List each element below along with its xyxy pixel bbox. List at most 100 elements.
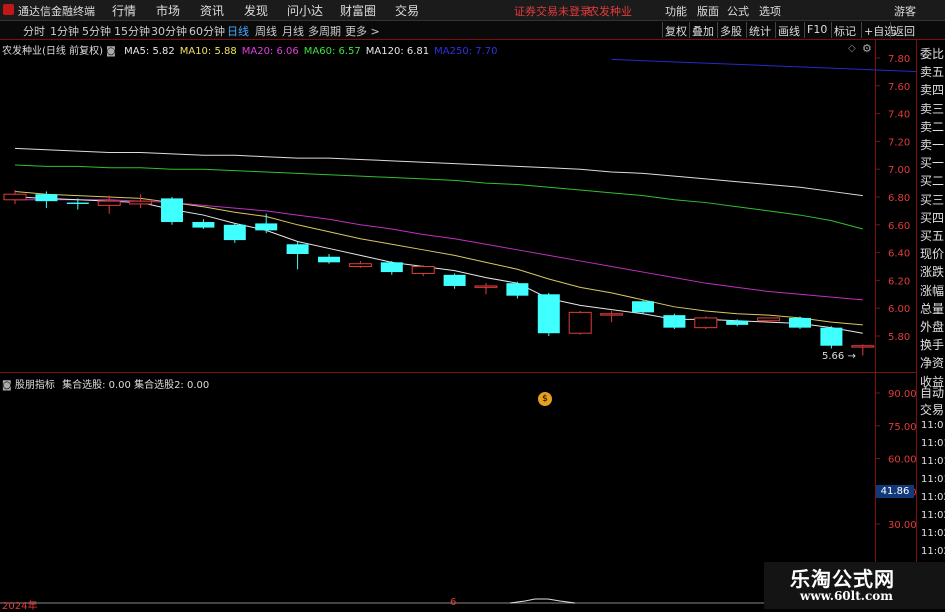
candle-body-down xyxy=(537,294,560,334)
menu-item[interactable]: 资讯 xyxy=(200,2,224,19)
period-tab[interactable]: 15分钟 xyxy=(114,23,150,39)
period-tab[interactable]: 60分钟 xyxy=(189,23,225,39)
menu-item[interactable]: 行情 xyxy=(112,2,136,19)
quote-field-label: 买三 xyxy=(920,192,945,207)
candle-body-up xyxy=(3,193,27,201)
candle-body-down xyxy=(632,301,654,313)
right-menu-item[interactable]: 版面 xyxy=(697,3,719,19)
period-tab[interactable]: 分时 xyxy=(23,23,45,39)
candle-body-down xyxy=(506,283,529,296)
login-status-link[interactable]: 证券交易未登录 xyxy=(514,3,591,19)
candle-body-up xyxy=(348,263,372,268)
toolbar-button[interactable]: 画线 xyxy=(778,23,800,39)
indicator-tick-label: 75.00 xyxy=(888,422,916,433)
toolbar-separator xyxy=(775,22,776,38)
right-menu-item[interactable]: 选项 xyxy=(759,3,781,19)
period-tab[interactable]: 更多 > xyxy=(345,23,380,39)
tick-time: 11:02 xyxy=(921,528,945,539)
toolbar-button[interactable]: 统计 xyxy=(749,23,771,39)
quote-field-label: 总量 xyxy=(920,301,945,316)
period-tab[interactable]: 30分钟 xyxy=(151,23,187,39)
tick-time: 11:02 xyxy=(921,546,945,557)
auto-trade-label[interactable]: 自动 xyxy=(920,384,944,401)
ma5-line xyxy=(14,196,863,334)
right-menu-item[interactable]: 功能 xyxy=(665,3,687,19)
period-tab[interactable]: 周线 xyxy=(255,23,277,39)
candle-body-down xyxy=(223,224,246,241)
candle-body-down xyxy=(820,327,843,346)
candle-body-up xyxy=(600,313,624,316)
right-menu-item[interactable]: 公式 xyxy=(727,3,749,19)
menu-item[interactable]: 财富圈 xyxy=(340,2,376,19)
ma250-line xyxy=(611,58,916,73)
y-tick-label: 7.80 xyxy=(888,54,910,65)
ma60-line xyxy=(14,164,863,230)
menu-item[interactable]: 市场 xyxy=(156,2,180,19)
x-label-month: 6 xyxy=(450,597,457,608)
quote-field-label: 买二 xyxy=(920,174,945,189)
candle-body-up xyxy=(757,317,781,322)
toolbar-separator xyxy=(689,22,690,38)
quote-field-label: 卖三 xyxy=(920,101,945,116)
period-tab[interactable]: 5分钟 xyxy=(82,23,111,39)
watermark-url: www.60lt.com xyxy=(800,589,893,603)
candle-body-down xyxy=(255,223,278,231)
menu-item[interactable]: 问小达 xyxy=(287,2,323,19)
candle-body-up xyxy=(568,311,592,334)
toolbar-separator xyxy=(746,22,747,38)
tick-time: 11:0 xyxy=(921,420,944,431)
candle-body-down xyxy=(35,194,58,202)
ma20-line xyxy=(15,199,863,301)
quote-field-label: 委比 xyxy=(920,47,945,61)
period-tab[interactable]: 日线 xyxy=(227,23,249,39)
price-chart[interactable]: 7.80 7.60 7.40 7.20 7.00 6.80 6.60 6.40 6.20 6.00… xyxy=(0,40,916,372)
candle-body-down xyxy=(789,317,811,328)
candle-body-up xyxy=(129,200,153,205)
candle-body-down xyxy=(66,202,89,204)
toolbar-button[interactable]: 叠加 xyxy=(692,23,714,39)
period-tab[interactable]: 多周期 xyxy=(308,23,341,39)
app-logo-icon xyxy=(3,4,14,15)
quote-field-label: 买一 xyxy=(920,156,945,171)
y-tick-label: 7.40 xyxy=(888,110,910,121)
toolbar-button[interactable]: F10 xyxy=(807,23,827,36)
y-tick-label: 6.00 xyxy=(888,304,910,315)
menu-item[interactable]: 交易 xyxy=(395,2,419,19)
quote-field-label: 涨跌 xyxy=(920,265,945,280)
quote-field-label: 卖四 xyxy=(920,83,945,98)
quote-field-label: 卖五 xyxy=(920,65,945,80)
period-tab[interactable]: 月线 xyxy=(282,23,304,39)
auto-trade-label[interactable]: 交易 xyxy=(920,401,944,418)
quote-field-label: 换手 xyxy=(920,338,945,353)
stock-tab[interactable]: 农发种业 xyxy=(588,3,632,19)
menu-bar xyxy=(0,0,945,21)
quote-field-label: 涨幅 xyxy=(920,283,945,298)
toolbar-button[interactable]: 标记 xyxy=(834,23,856,39)
y-tick-label: 6.60 xyxy=(888,221,910,232)
candle-body-down xyxy=(443,274,466,286)
quote-field-label: 净资 xyxy=(920,356,945,371)
period-tab[interactable]: 1分钟 xyxy=(50,23,79,39)
toolbar-button[interactable]: 多股 xyxy=(720,23,742,39)
watermark-title: 乐淘公式网 xyxy=(790,567,895,591)
toolbar-separator xyxy=(717,22,718,38)
toolbar-button[interactable]: 复权 xyxy=(665,23,687,39)
candle-body-up xyxy=(851,345,875,348)
tick-time: 11:01 xyxy=(921,474,945,485)
y-tick-label: 6.40 xyxy=(888,249,910,260)
candle-body-down xyxy=(192,222,215,228)
toolbar-button[interactable]: 返回 xyxy=(893,23,915,39)
guest-label[interactable]: 游客 xyxy=(894,3,916,19)
y-tick-label: 6.80 xyxy=(888,193,910,204)
y-tick-label: 7.60 xyxy=(888,82,910,93)
tick-time: 11:01 xyxy=(921,456,945,467)
candle-body-down xyxy=(318,256,340,263)
indicator-tick-label: 90.00 xyxy=(888,389,916,400)
indicator-tick-label: 60.00 xyxy=(888,455,916,466)
y-tick-label: 5.80 xyxy=(888,332,910,343)
indicator-line xyxy=(509,598,576,604)
app-title: 通达信金融终端 xyxy=(18,5,95,18)
menu-item[interactable]: 发现 xyxy=(244,2,268,19)
y-tick-label: 7.20 xyxy=(888,137,910,148)
ma10-line xyxy=(14,190,863,326)
